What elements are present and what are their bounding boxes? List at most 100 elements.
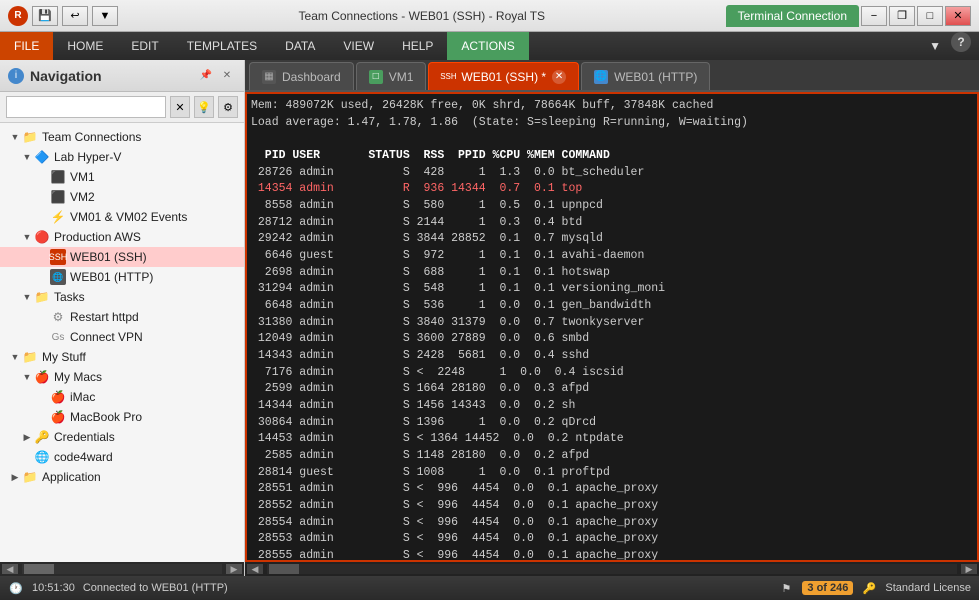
tab-web01-http[interactable]: 🌐 WEB01 (HTTP) xyxy=(581,62,710,90)
macbook-icon: 🍎 xyxy=(50,409,66,425)
terminal-hscroll-left[interactable]: ◀ xyxy=(247,564,263,574)
application-icon: 📁 xyxy=(22,469,38,485)
expand-my-stuff[interactable]: ▼ xyxy=(8,352,22,362)
tab-web01-ssh[interactable]: SSH WEB01 (SSH) * ✕ xyxy=(428,62,579,90)
close-button[interactable]: ✕ xyxy=(945,6,971,26)
tree-item-vm-events[interactable]: ⚡ VM01 & VM02 Events xyxy=(0,207,244,227)
menu-data[interactable]: DATA xyxy=(271,32,329,60)
http-icon: 🌐 xyxy=(50,269,66,285)
terminal-tab-indicator: Terminal Connection xyxy=(726,5,859,27)
tree-item-connect-vpn[interactable]: Gs Connect VPN xyxy=(0,327,244,347)
vm2-label: VM2 xyxy=(70,190,95,204)
hyper-v-icon: 🔷 xyxy=(34,149,50,165)
quick-access-btn1[interactable]: 💾 xyxy=(32,6,58,26)
tree-item-macbook-pro[interactable]: 🍎 MacBook Pro xyxy=(0,407,244,427)
tab-dashboard-label: Dashboard xyxy=(282,70,341,84)
tree-item-restart-httpd[interactable]: ⚙ Restart httpd xyxy=(0,307,244,327)
my-stuff-label: My Stuff xyxy=(42,350,86,364)
terminal-hscroll-thumb[interactable] xyxy=(269,564,299,574)
tree-item-code4ward[interactable]: 🌐 code4ward xyxy=(0,447,244,467)
expand-production-aws[interactable]: ▼ xyxy=(20,232,34,242)
terminal-line-9: 6648 admin S 536 1 0.0 0.1 gen_bandwidth xyxy=(251,298,973,315)
expand-credentials[interactable]: ▶ xyxy=(20,432,34,443)
status-count-badge: 3 of 246 xyxy=(802,581,853,595)
tab-vm1[interactable]: □ VM1 xyxy=(356,62,427,90)
terminal-load-line: Load average: 1.47, 1.78, 1.86 (State: S… xyxy=(251,115,973,132)
terminal-line-14: 2599 admin S 1664 28180 0.0 0.3 afpd xyxy=(251,381,973,398)
terminal-line-13: 7176 admin S < 2248 1 0.0 0.4 iscsid xyxy=(251,365,973,382)
tree-item-web01-http[interactable]: 🌐 WEB01 (HTTP) xyxy=(0,267,244,287)
menu-more[interactable]: ▼ xyxy=(919,32,951,60)
quick-access-btn3[interactable]: ▼ xyxy=(92,6,118,26)
terminal-line-8: 31294 admin S 548 1 0.1 0.1 versioning_m… xyxy=(251,281,973,298)
navigation-header: i Navigation 📌 ✕ xyxy=(0,60,244,92)
search-filter-button[interactable]: ⚙ xyxy=(218,96,238,118)
main-layout: i Navigation 📌 ✕ ✕ 💡 ⚙ ▼ 📁 Team Connecti… xyxy=(0,60,979,576)
tree-item-web01-ssh[interactable]: SSH WEB01 (SSH) xyxy=(0,247,244,267)
tasks-label: Tasks xyxy=(54,290,85,304)
expand-lab-hyper-v[interactable]: ▼ xyxy=(20,152,34,162)
hscroll-thumb[interactable] xyxy=(24,564,54,574)
terminal-line-16: 30864 admin S 1396 1 0.0 0.2 qDrcd xyxy=(251,415,973,432)
title-bar: R 💾 ↩ ▼ Team Connections - WEB01 (SSH) -… xyxy=(0,0,979,32)
code4ward-icon: 🌐 xyxy=(34,449,50,465)
menu-home[interactable]: HOME xyxy=(53,32,117,60)
restart-httpd-label: Restart httpd xyxy=(70,310,139,324)
navigation-title: Navigation xyxy=(30,68,197,84)
tree-item-application[interactable]: ▶ 📁 Application xyxy=(0,467,244,487)
help-icon[interactable]: ? xyxy=(951,32,971,52)
menu-actions[interactable]: ACTIONS xyxy=(447,32,528,60)
menu-view[interactable]: VIEW xyxy=(329,32,388,60)
status-right: ⚑ 3 of 246 🔑 Standard License xyxy=(778,580,971,596)
imac-icon: 🍎 xyxy=(50,389,66,405)
search-bulb-button[interactable]: 💡 xyxy=(194,96,214,118)
tree-item-team-connections[interactable]: ▼ 📁 Team Connections xyxy=(0,127,244,147)
search-clear-button[interactable]: ✕ xyxy=(170,96,190,118)
tree-item-my-macs[interactable]: ▼ 🍎 My Macs xyxy=(0,367,244,387)
quick-access-btn2[interactable]: ↩ xyxy=(62,6,88,26)
terminal[interactable]: Mem: 489072K used, 26428K free, 0K shrd,… xyxy=(245,92,979,562)
tab-dashboard[interactable]: ▦ Dashboard xyxy=(249,62,354,90)
vpn-icon: Gs xyxy=(50,329,66,345)
hscroll-right[interactable]: ▶ xyxy=(226,564,242,574)
terminal-line-17: 14453 admin S < 1364 14452 0.0 0.2 ntpda… xyxy=(251,431,973,448)
tree-item-my-stuff[interactable]: ▼ 📁 My Stuff xyxy=(0,347,244,367)
navigation-icon: i xyxy=(8,68,24,84)
expand-my-macs[interactable]: ▼ xyxy=(20,372,34,382)
vm1-tab-icon: □ xyxy=(369,70,383,84)
terminal-line-21: 28552 admin S < 996 4454 0.0 0.1 apache_… xyxy=(251,498,973,515)
status-filter-icon[interactable]: ⚑ xyxy=(778,580,794,596)
minimize-button[interactable]: − xyxy=(861,6,887,26)
expand-team-connections[interactable]: ▼ xyxy=(8,132,22,142)
restore-button[interactable]: ❐ xyxy=(889,6,915,26)
hscroll-left[interactable]: ◀ xyxy=(2,564,18,574)
search-input[interactable] xyxy=(6,96,166,118)
menu-help[interactable]: HELP xyxy=(388,32,447,60)
expand-tasks[interactable]: ▼ xyxy=(20,292,34,302)
sidebar-hscroll[interactable]: ◀ ▶ xyxy=(0,562,244,576)
credentials-icon: 🔑 xyxy=(34,429,50,445)
nav-close-button[interactable]: ✕ xyxy=(218,68,236,84)
app-icon: R xyxy=(8,6,28,26)
tree-item-vm2[interactable]: ⬛ VM2 xyxy=(0,187,244,207)
menu-edit[interactable]: EDIT xyxy=(117,32,172,60)
tree-item-credentials[interactable]: ▶ 🔑 Credentials xyxy=(0,427,244,447)
terminal-hscroll[interactable]: ◀ ▶ xyxy=(245,562,979,576)
maximize-button[interactable]: □ xyxy=(917,6,943,26)
expand-application[interactable]: ▶ xyxy=(8,472,22,483)
menu-file[interactable]: FILE xyxy=(0,32,53,60)
terminal-hscroll-track[interactable] xyxy=(267,564,957,574)
terminal-hscroll-right[interactable]: ▶ xyxy=(961,564,977,574)
tree-item-tasks[interactable]: ▼ 📁 Tasks xyxy=(0,287,244,307)
terminal-line-12: 14343 admin S 2428 5681 0.0 0.4 sshd xyxy=(251,348,973,365)
tab-web01-ssh-close[interactable]: ✕ xyxy=(552,70,566,84)
vm1-label: VM1 xyxy=(70,170,95,184)
tree-item-vm1[interactable]: ⬛ VM1 xyxy=(0,167,244,187)
nav-pin-button[interactable]: 📌 xyxy=(197,68,215,84)
vm-events-label: VM01 & VM02 Events xyxy=(70,210,187,224)
tree-item-production-aws[interactable]: ▼ 🔴 Production AWS xyxy=(0,227,244,247)
tree-item-lab-hyper-v[interactable]: ▼ 🔷 Lab Hyper-V xyxy=(0,147,244,167)
hscroll-track[interactable] xyxy=(22,564,222,574)
menu-templates[interactable]: TEMPLATES xyxy=(173,32,271,60)
tree-item-imac[interactable]: 🍎 iMac xyxy=(0,387,244,407)
